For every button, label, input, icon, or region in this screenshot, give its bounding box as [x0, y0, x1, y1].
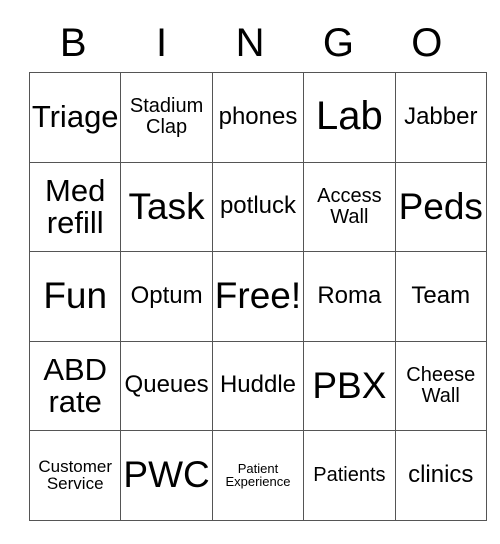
bingo-cell-label: Cheese Wall: [406, 363, 476, 407]
bingo-grid: Triage Stadium Clap phones Lab Jabber Me…: [28, 72, 487, 521]
bingo-cell-label: PBX: [312, 364, 387, 406]
bingo-cell-label: Fun: [43, 275, 108, 317]
bingo-cell-o5[interactable]: clinics: [394, 430, 487, 521]
bingo-cell-label: PWC: [123, 454, 210, 496]
bingo-row: Customer Service PWC Patient Experience …: [28, 430, 487, 521]
bingo-cell-i5[interactable]: PWC: [120, 430, 213, 521]
bingo-row: Med refill Task potluck Access Wall Peds: [28, 161, 487, 252]
bingo-cell-label: Queues: [124, 371, 209, 399]
bingo-cell-b1[interactable]: Triage: [28, 72, 122, 163]
bingo-cell-label: Patient Experience: [225, 460, 291, 490]
bingo-cell-label: Peds: [398, 185, 483, 227]
bingo-cell-g5[interactable]: Patients: [303, 430, 396, 521]
bingo-header-letter-g: G: [322, 21, 354, 65]
bingo-row: Triage Stadium Clap phones Lab Jabber: [28, 72, 487, 163]
bingo-cell-label: Optum: [130, 281, 203, 309]
bingo-cell-b2[interactable]: Med refill: [28, 161, 122, 252]
bingo-cell-g1[interactable]: Lab: [303, 72, 396, 163]
bingo-cell-label: Customer Service: [38, 456, 113, 494]
bingo-cell-o2[interactable]: Peds: [394, 161, 487, 252]
bingo-free-space-label: Free!: [214, 275, 302, 317]
bingo-header-letter-i: I: [156, 21, 168, 65]
bingo-cell-b5[interactable]: Customer Service: [28, 430, 122, 521]
bingo-cell-label: Jabber: [404, 102, 478, 130]
bingo-header-letter-n: N: [235, 21, 265, 65]
bingo-cell-label: clinics: [408, 460, 474, 488]
bingo-cell-label: phones: [218, 102, 298, 130]
bingo-header-letter-o: O: [411, 21, 443, 65]
bingo-cell-n4[interactable]: Huddle: [211, 340, 305, 431]
bingo-cell-b4[interactable]: ABD rate: [28, 340, 122, 431]
bingo-cell-n5[interactable]: Patient Experience: [211, 430, 305, 521]
bingo-header-letter-b: B: [59, 21, 87, 65]
bingo-cell-n2[interactable]: potluck: [211, 161, 305, 252]
bingo-cell-g2[interactable]: Access Wall: [303, 161, 396, 252]
bingo-cell-label: Team: [411, 281, 471, 309]
bingo-cell-label: Triage: [31, 99, 119, 135]
bingo-cell-n1[interactable]: phones: [211, 72, 305, 163]
bingo-cell-o1[interactable]: Jabber: [394, 72, 487, 163]
bingo-cell-label: Patients: [313, 463, 386, 486]
bingo-cell-g4[interactable]: PBX: [303, 340, 396, 431]
bingo-cell-free-space[interactable]: Free!: [211, 251, 305, 342]
bingo-cell-g3[interactable]: Roma: [303, 251, 396, 342]
bingo-cell-label: ABD rate: [43, 351, 108, 419]
bingo-row: ABD rate Queues Huddle PBX Cheese Wall: [28, 340, 487, 431]
bingo-cell-i1[interactable]: Stadium Clap: [120, 72, 213, 163]
bingo-cell-label: Med refill: [45, 172, 106, 240]
bingo-cell-label: Task: [128, 185, 205, 227]
bingo-cell-o4[interactable]: Cheese Wall: [394, 340, 487, 431]
bingo-cell-i2[interactable]: Task: [120, 161, 213, 252]
bingo-cell-b3[interactable]: Fun: [28, 251, 122, 342]
bingo-cell-label: Huddle: [219, 371, 296, 399]
bingo-cell-i3[interactable]: Optum: [120, 251, 213, 342]
bingo-row: Fun Optum Free! Roma Team: [28, 251, 487, 342]
bingo-cell-o3[interactable]: Team: [394, 251, 487, 342]
bingo-header-row: B I N G O: [29, 14, 471, 72]
bingo-cell-label: Roma: [317, 281, 382, 309]
bingo-cell-label: Lab: [315, 94, 383, 139]
bingo-cell-i4[interactable]: Queues: [120, 340, 213, 431]
bingo-cell-label: potluck: [219, 192, 296, 220]
bingo-cell-label: Access Wall: [317, 184, 382, 228]
bingo-card: B I N G O Triage Stadium Clap phones Lab…: [28, 14, 487, 521]
bingo-cell-label: Stadium Clap: [129, 95, 204, 139]
